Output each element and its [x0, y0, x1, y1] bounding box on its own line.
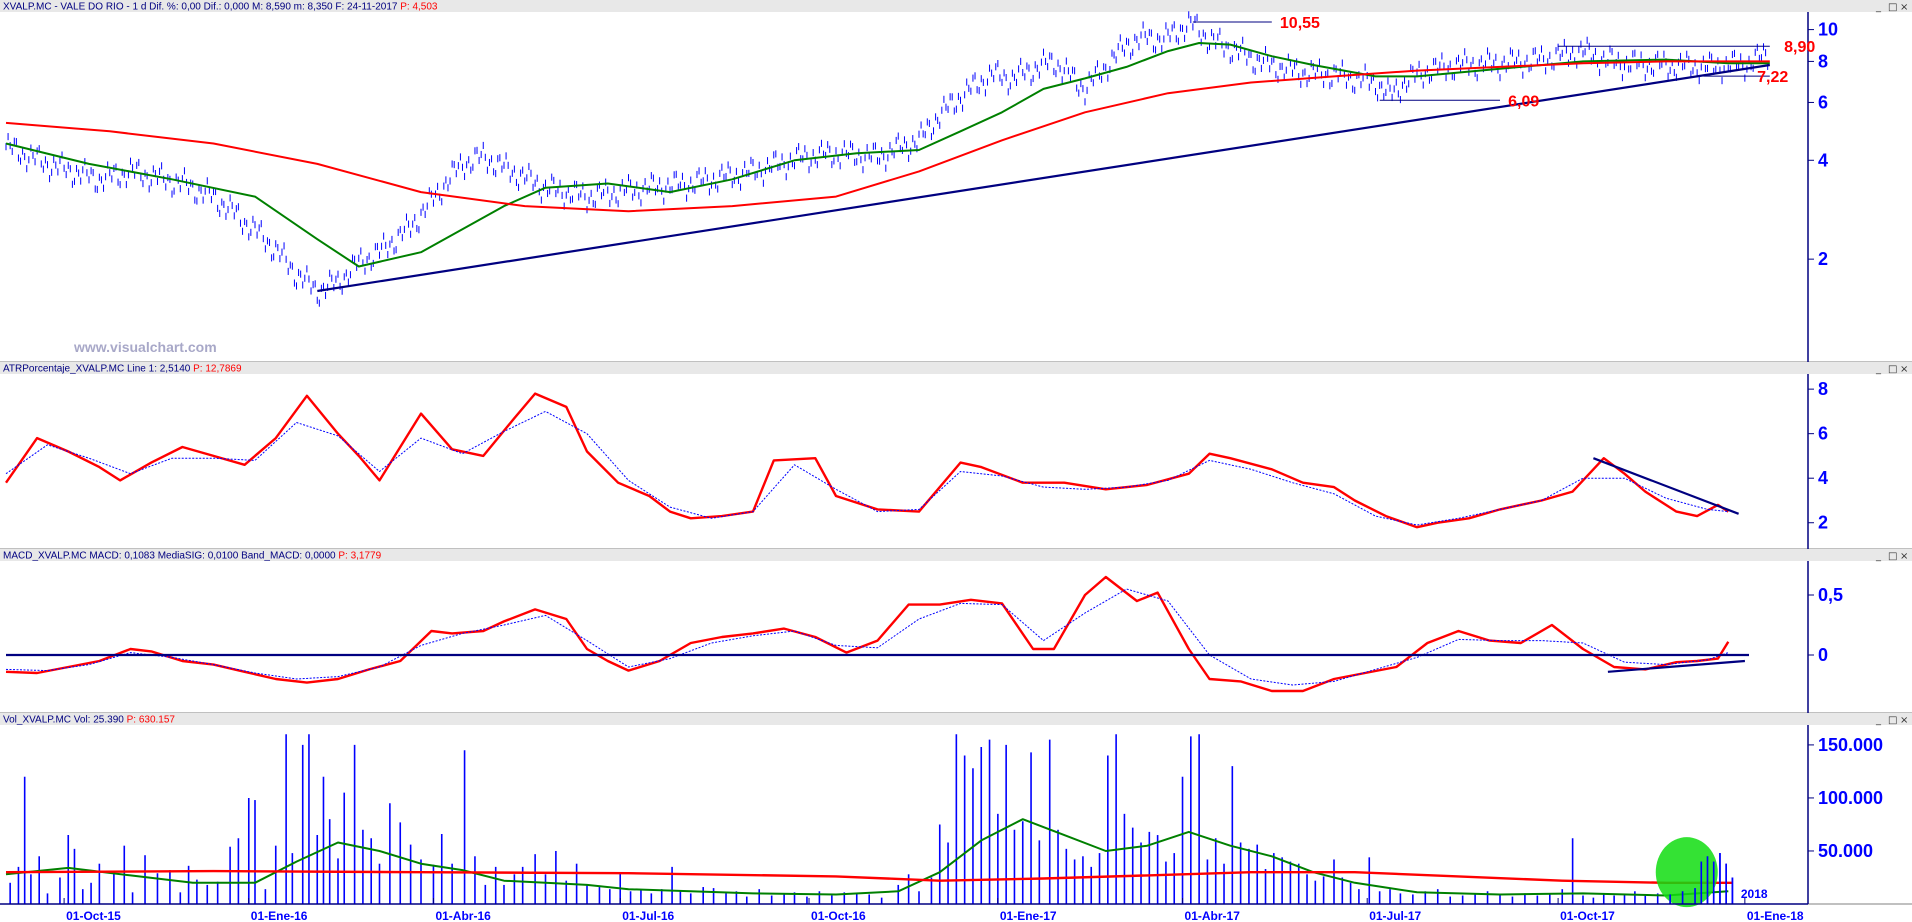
- atr-ytick-label: 4: [1818, 468, 1828, 488]
- x-tick-label: 01-Oct-17: [1560, 909, 1615, 922]
- x-tick-label: 01-Jul-17: [1369, 909, 1421, 922]
- atr-ytick-label: 8: [1818, 379, 1828, 399]
- macd-ytick-label: 0,5: [1818, 585, 1843, 605]
- volume-ytick-label: 150.000: [1818, 735, 1883, 755]
- year-label: 2018: [1741, 887, 1768, 901]
- atr-header-highlight: P: 12,7869: [193, 364, 242, 375]
- volume-highlight-circle: [1655, 837, 1718, 908]
- price-trendline-line: [317, 63, 1770, 293]
- macd-ytick-label: 0: [1818, 645, 1828, 665]
- volume-header-info: Vol_XVALP.MC Vol: 25.390: [3, 715, 127, 726]
- level-annotation: 6,09: [1508, 93, 1539, 110]
- x-tick-label: 01-Oct-16: [811, 909, 866, 922]
- volume-header-highlight: P: 630.157: [127, 715, 176, 726]
- level-annotation: 10,55: [1280, 15, 1320, 32]
- price-header-highlight: P: 4,503: [400, 2, 438, 13]
- x-tick-label: 01-Jul-16: [622, 909, 674, 922]
- volume-ytick-label: 50.000: [1818, 841, 1873, 861]
- atr-header-info: ATRPorcentaje_XVALP.MC Line 1: 2,5140: [3, 364, 193, 375]
- level-annotation: 7,22: [1757, 69, 1788, 86]
- price-window-control-close[interactable]: ×: [1900, 2, 1908, 13]
- chart-canvas: XVALP.MC - VALE DO RIO - 1 d Dif. %: 0,0…: [0, 0, 1912, 922]
- price-ma_long-line: [5, 60, 1770, 213]
- atr-header: ATRPorcentaje_XVALP.MC Line 1: 2,5140 P:…: [3, 364, 242, 375]
- x-tick-label: 01-Oct-15: [66, 909, 121, 922]
- atr-ytick-label: 2: [1818, 513, 1828, 533]
- macd-header-highlight: P: 3,1779: [338, 551, 381, 562]
- price-window-control-minimize[interactable]: _: [1875, 2, 1882, 13]
- atr-ma_long-line: [5, 392, 1729, 529]
- x-tick-label: 01-Abr-16: [435, 909, 491, 922]
- price-window-control-maximize[interactable]: □: [1888, 2, 1897, 13]
- x-tick-label: 01-Ene-18: [1747, 909, 1804, 922]
- macd-price-line: [5, 588, 1729, 686]
- price-ytick-label: 8: [1818, 51, 1828, 71]
- x-tick-label: 01-Ene-17: [1000, 909, 1057, 922]
- watermark: www.visualchart.com: [73, 339, 217, 355]
- macd-ma_long-line: [5, 575, 1730, 693]
- x-tick-label: 01-Ene-16: [251, 909, 308, 922]
- atr-ytick-label: 6: [1818, 424, 1828, 444]
- atr-window-control-close[interactable]: ×: [1900, 364, 1908, 375]
- level-annotation: 8,90: [1784, 39, 1815, 56]
- volume-header: Vol_XVALP.MC Vol: 25.390 P: 630.157: [3, 715, 175, 726]
- atr-window-control-minimize[interactable]: _: [1875, 364, 1882, 375]
- x-tick-label: 01-Abr-17: [1185, 909, 1241, 922]
- price-ytick-label: 2: [1818, 249, 1828, 269]
- atr-header-bar: [0, 362, 1912, 374]
- atr-window-control-maximize[interactable]: □: [1888, 364, 1897, 375]
- macd-window-control-minimize[interactable]: _: [1875, 551, 1882, 562]
- macd-header: MACD_XVALP.MC MACD: 0,1083 MediaSIG: 0,0…: [3, 551, 382, 562]
- macd-window-control-close[interactable]: ×: [1900, 551, 1908, 562]
- price-header: XVALP.MC - VALE DO RIO - 1 d Dif. %: 0,0…: [3, 2, 438, 13]
- macd-window-control-maximize[interactable]: □: [1888, 551, 1897, 562]
- volume-window-control-maximize[interactable]: □: [1888, 715, 1897, 726]
- volume-window-control-close[interactable]: ×: [1900, 715, 1908, 726]
- price-header-info: XVALP.MC - VALE DO RIO - 1 d Dif. %: 0,0…: [3, 2, 400, 13]
- atr-price-line: [5, 410, 1729, 526]
- price-ytick-label: 4: [1818, 150, 1828, 170]
- volume-header-bar: [0, 713, 1912, 725]
- volume-ytick-label: 100.000: [1818, 788, 1883, 808]
- price-ytick-label: 6: [1818, 92, 1828, 112]
- volume-window-control-minimize[interactable]: _: [1875, 715, 1882, 726]
- volume-ma_short-line: [5, 818, 1729, 897]
- macd-header-info: MACD_XVALP.MC MACD: 0,1083 MediaSIG: 0,0…: [3, 551, 338, 562]
- price-ytick-label: 10: [1818, 20, 1838, 40]
